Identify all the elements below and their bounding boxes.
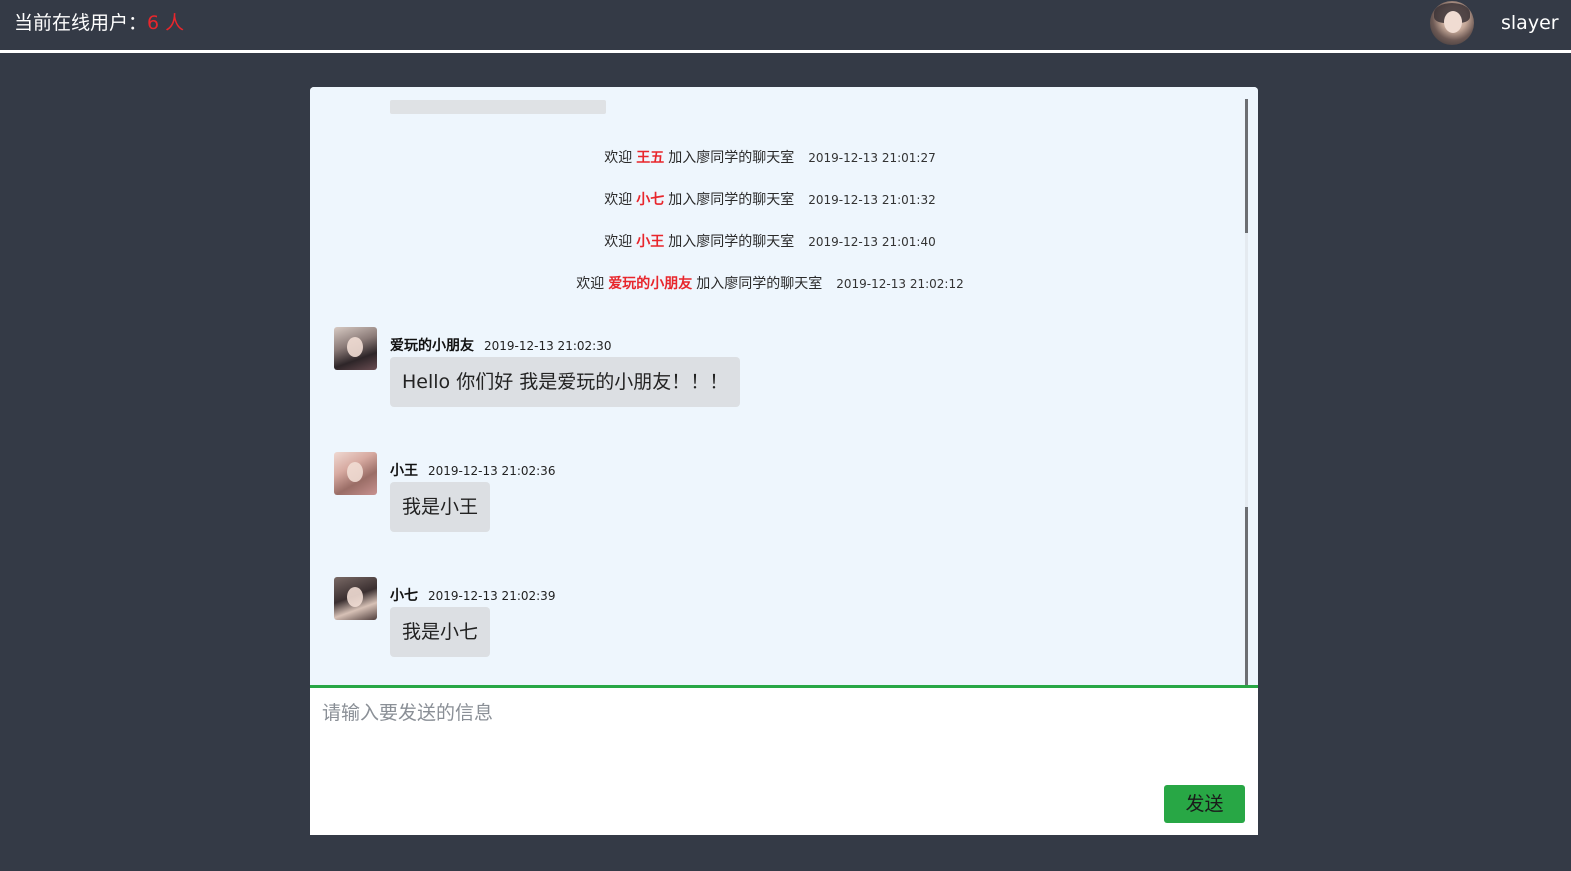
system-message-user: 小七 bbox=[636, 192, 665, 208]
system-message-prefix: 欢迎 bbox=[604, 234, 633, 250]
system-message-time: 2019-12-13 21:01:32 bbox=[808, 193, 936, 207]
user-avatar[interactable] bbox=[334, 577, 377, 620]
system-message-prefix: 欢迎 bbox=[604, 192, 633, 208]
message-time: 2019-12-13 21:02:30 bbox=[484, 339, 612, 353]
system-message-suffix: 加入廖同学的聊天室 bbox=[668, 192, 795, 208]
system-message: 欢迎 王五 加入廖同学的聊天室 2019-12-13 21:01:27 bbox=[310, 148, 1230, 168]
system-message-time: 2019-12-13 21:02:12 bbox=[836, 277, 964, 291]
message-bubble: 我是小七 bbox=[390, 607, 491, 657]
system-message-user: 王五 bbox=[636, 150, 665, 166]
system-message-prefix: 欢迎 bbox=[576, 276, 605, 292]
message-meta: 小王 2019-12-13 21:02:36 bbox=[390, 460, 555, 481]
system-message-time: 2019-12-13 21:01:27 bbox=[808, 151, 936, 165]
message-composer: 发送 bbox=[310, 685, 1258, 835]
system-message: 欢迎 爱玩的小朋友 加入廖同学的聊天室 2019-12-13 21:02:12 bbox=[310, 274, 1230, 294]
send-button[interactable]: 发送 bbox=[1164, 785, 1245, 823]
current-user-avatar[interactable] bbox=[1430, 1, 1474, 45]
system-message: 欢迎 小七 加入廖同学的聊天室 2019-12-13 21:01:32 bbox=[310, 190, 1230, 210]
online-users-label: 当前在线用户： bbox=[14, 12, 148, 34]
system-message-prefix: 欢迎 bbox=[604, 150, 633, 166]
system-message-time: 2019-12-13 21:01:40 bbox=[808, 235, 936, 249]
system-message-suffix: 加入廖同学的聊天室 bbox=[668, 234, 795, 250]
current-username[interactable]: slayer bbox=[1501, 11, 1559, 35]
online-users-indicator: 当前在线用户：6 人 bbox=[14, 11, 184, 35]
chat-window: 欢迎 王五 加入廖同学的聊天室 2019-12-13 21:01:27 欢迎 小七 加入廖… bbox=[310, 87, 1258, 835]
system-message: 欢迎 小王 加入廖同学的聊天室 2019-12-13 21:01:40 bbox=[310, 232, 1230, 252]
message-meta: 小七 2019-12-13 21:02:39 bbox=[390, 585, 555, 606]
user-avatar[interactable] bbox=[334, 327, 377, 370]
scrollbar-thumb-lower[interactable] bbox=[1245, 507, 1248, 685]
scrollbar-thumb[interactable] bbox=[1245, 99, 1248, 233]
system-message-suffix: 加入廖同学的聊天室 bbox=[696, 276, 823, 292]
loading-placeholder-bar bbox=[390, 100, 606, 114]
user-avatar[interactable] bbox=[334, 452, 377, 495]
message-sender: 小七 bbox=[390, 588, 418, 604]
message-history[interactable]: 欢迎 王五 加入廖同学的聊天室 2019-12-13 21:01:27 欢迎 小七 加入廖… bbox=[310, 87, 1258, 685]
message-meta: 爱玩的小朋友 2019-12-13 21:02:30 bbox=[390, 335, 611, 356]
message-bubble: 我是小王 bbox=[390, 482, 491, 532]
message-sender: 小王 bbox=[390, 463, 418, 479]
message-bubble: Hello 你们好 我是爱玩的小朋友！！！ bbox=[390, 357, 741, 407]
message-time: 2019-12-13 21:02:39 bbox=[428, 589, 556, 603]
message-sender: 爱玩的小朋友 bbox=[390, 338, 474, 354]
system-message-suffix: 加入廖同学的聊天室 bbox=[668, 150, 795, 166]
top-bar: 当前在线用户：6 人 slayer bbox=[0, 0, 1571, 53]
online-users-count: 6 人 bbox=[147, 12, 185, 34]
message-time: 2019-12-13 21:02:36 bbox=[428, 464, 556, 478]
message-input[interactable] bbox=[310, 688, 1258, 778]
system-message-user: 小王 bbox=[636, 234, 665, 250]
system-message-user: 爱玩的小朋友 bbox=[608, 276, 693, 292]
